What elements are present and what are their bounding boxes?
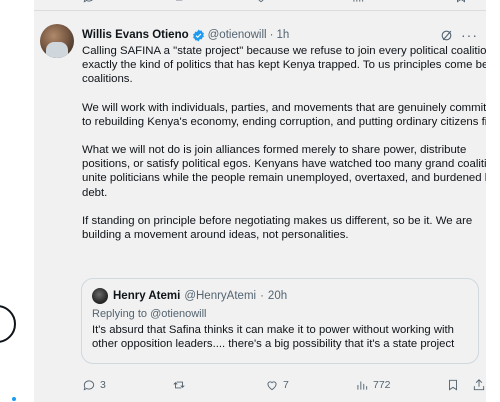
reply-button[interactable]: 3	[82, 378, 172, 392]
views-count: 772	[373, 379, 391, 391]
heart-icon	[258, 0, 264, 3]
quoted-author-avatar	[92, 288, 108, 304]
reply-count: 3	[100, 379, 106, 391]
reply-icon	[83, 0, 93, 3]
prev-bookmark-button[interactable]	[454, 0, 468, 4]
retweet-button[interactable]	[172, 378, 265, 392]
tweet-time[interactable]: 1h	[276, 29, 289, 41]
header-controls: ···	[440, 28, 478, 42]
timeline: 4 10 640 Willis Evans Otieno @otienowill…	[34, 0, 486, 402]
replying-to: Replying to @otienowill	[92, 308, 207, 320]
tweet-header: Willis Evans Otieno @otienowill · 1h ···	[82, 27, 478, 43]
verified-badge-icon	[192, 29, 204, 41]
quoted-tweet-header: Henry Atemi @HenryAtemi · 20h	[92, 288, 287, 304]
like-count: 7	[283, 379, 289, 391]
tweet-paragraph: We will work with individuals, parties, …	[82, 101, 486, 128]
secondary-actions	[446, 378, 486, 392]
quoted-tweet-time: 20h	[267, 290, 288, 302]
notification-dot	[12, 397, 16, 401]
tweet-paragraph: Calling SAFINA a "state project" because…	[82, 45, 486, 86]
prev-views-button[interactable]: 640	[351, 0, 387, 4]
divider	[34, 10, 486, 11]
share-icon[interactable]	[472, 378, 486, 392]
quoted-tweet-text: It's absurd that Safina thinks it can ma…	[92, 324, 455, 351]
separator-dot: ·	[260, 290, 264, 302]
tweet-actions: 3 7 772	[82, 377, 486, 393]
views-button[interactable]: 772	[355, 378, 445, 392]
quoted-author-name: Henry Atemi	[113, 290, 181, 302]
more-options-icon[interactable]: ···	[461, 28, 478, 42]
heart-icon	[267, 381, 277, 391]
reply-icon	[83, 380, 95, 391]
previous-tweet-actions: 4 10 640	[34, 0, 486, 6]
grok-icon[interactable]	[440, 29, 453, 42]
author-name[interactable]: Willis Evans Otieno	[82, 29, 189, 41]
author-handle[interactable]: @otienowill	[208, 29, 267, 41]
views-icon	[353, 0, 363, 2]
like-button[interactable]: 7	[265, 378, 355, 392]
floating-button-partial[interactable]	[0, 305, 16, 343]
tweet-paragraph: If standing on principle before negotiat…	[82, 214, 473, 242]
separator-dot: ·	[269, 29, 274, 41]
bookmark-icon[interactable]	[446, 378, 460, 392]
prev-retweet-button[interactable]	[173, 0, 187, 4]
views-icon	[357, 381, 368, 390]
prev-reply-button[interactable]: 4	[82, 0, 106, 4]
retweet-icon	[175, 0, 183, 1]
tweet-text: Calling SAFINA a "state project" because…	[82, 44, 486, 256]
tweet-paragraph: What we will not do is join alliances fo…	[82, 144, 486, 199]
retweet-icon	[173, 381, 185, 389]
quoted-tweet[interactable]: Henry Atemi @HenryAtemi · 20h Replying t…	[81, 278, 479, 364]
quoted-author-handle: @HenryAtemi	[184, 290, 257, 302]
prev-like-button[interactable]: 10	[254, 0, 284, 4]
bookmark-icon	[457, 0, 465, 3]
author-avatar[interactable]	[40, 24, 74, 58]
